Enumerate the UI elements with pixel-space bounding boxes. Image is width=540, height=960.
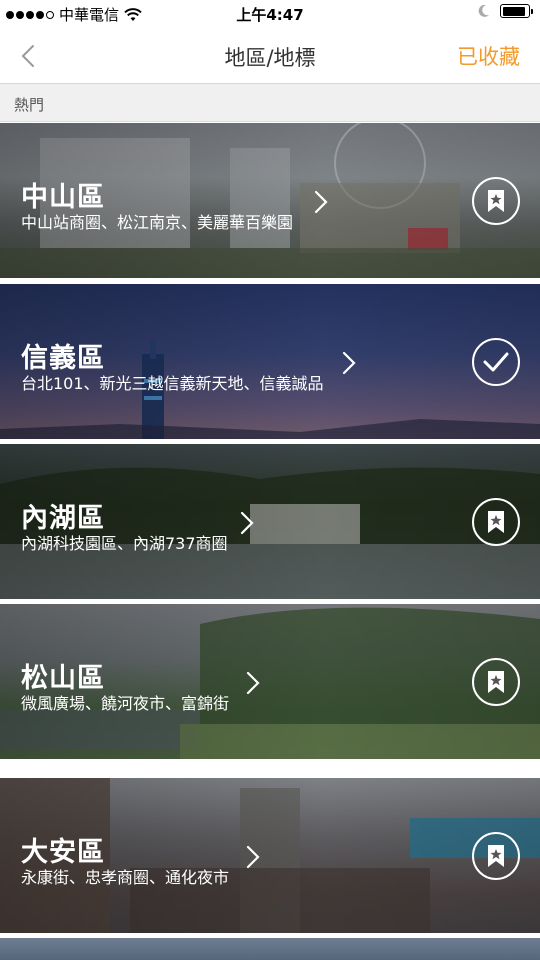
checkmark-icon (483, 352, 509, 372)
chevron-right-icon (342, 351, 356, 375)
district-photo (0, 938, 540, 960)
bookmark-icon (488, 511, 504, 533)
section-header: 熱門 (0, 84, 540, 122)
district-landmarks: 中山站商圈、松江南京、美麗華百樂園 (21, 213, 294, 232)
chevron-right-icon (246, 845, 260, 869)
do-not-disturb-moon-icon (478, 4, 489, 17)
saved-button[interactable]: 已收藏 (457, 41, 520, 71)
bookmark-button[interactable] (472, 498, 520, 546)
district-landmarks: 永康街、忠孝商圈、通化夜市 (21, 868, 230, 887)
district-card-xinyi[interactable]: 信義區 台北101、新光三越信義新天地、信義誠品 (0, 284, 540, 439)
bookmark-button[interactable] (472, 658, 520, 706)
district-card-daan[interactable]: 大安區 永康街、忠孝商圈、通化夜市 (0, 778, 540, 933)
status-right (478, 4, 533, 18)
battery-level (502, 6, 525, 16)
bookmark-icon (488, 671, 504, 693)
chevron-right-icon (314, 190, 328, 214)
chevron-right-icon (240, 511, 254, 535)
bookmark-icon (488, 845, 504, 867)
bookmark-button[interactable] (472, 832, 520, 880)
district-card-songshan[interactable]: 松山區 微風廣場、饒河夜市、富錦街 (0, 604, 540, 759)
district-landmarks: 台北101、新光三越信義新天地、信義誠品 (21, 374, 324, 393)
status-time: 上午4:47 (236, 6, 304, 24)
district-card-partial[interactable] (0, 938, 540, 960)
status-bar: 中華電信 上午4:47 (0, 0, 540, 28)
district-card-neihu[interactable]: 內湖區 內湖科技園區、內湖737商圈 (0, 444, 540, 599)
bookmark-button[interactable] (472, 177, 520, 225)
section-label-popular: 熱門 (14, 96, 45, 114)
battery-icon (500, 4, 533, 18)
chevron-right-icon (246, 671, 260, 695)
bookmark-icon (488, 190, 504, 212)
navigation-bar: 地區/地標 已收藏 (0, 28, 540, 84)
district-landmarks: 微風廣場、饒河夜市、富錦街 (21, 694, 230, 713)
saved-check-button[interactable] (472, 338, 520, 386)
district-landmarks: 內湖科技園區、內湖737商圈 (21, 534, 228, 553)
district-card-zhongshan[interactable]: 中山區 中山站商圈、松江南京、美麗華百樂園 (0, 123, 540, 278)
